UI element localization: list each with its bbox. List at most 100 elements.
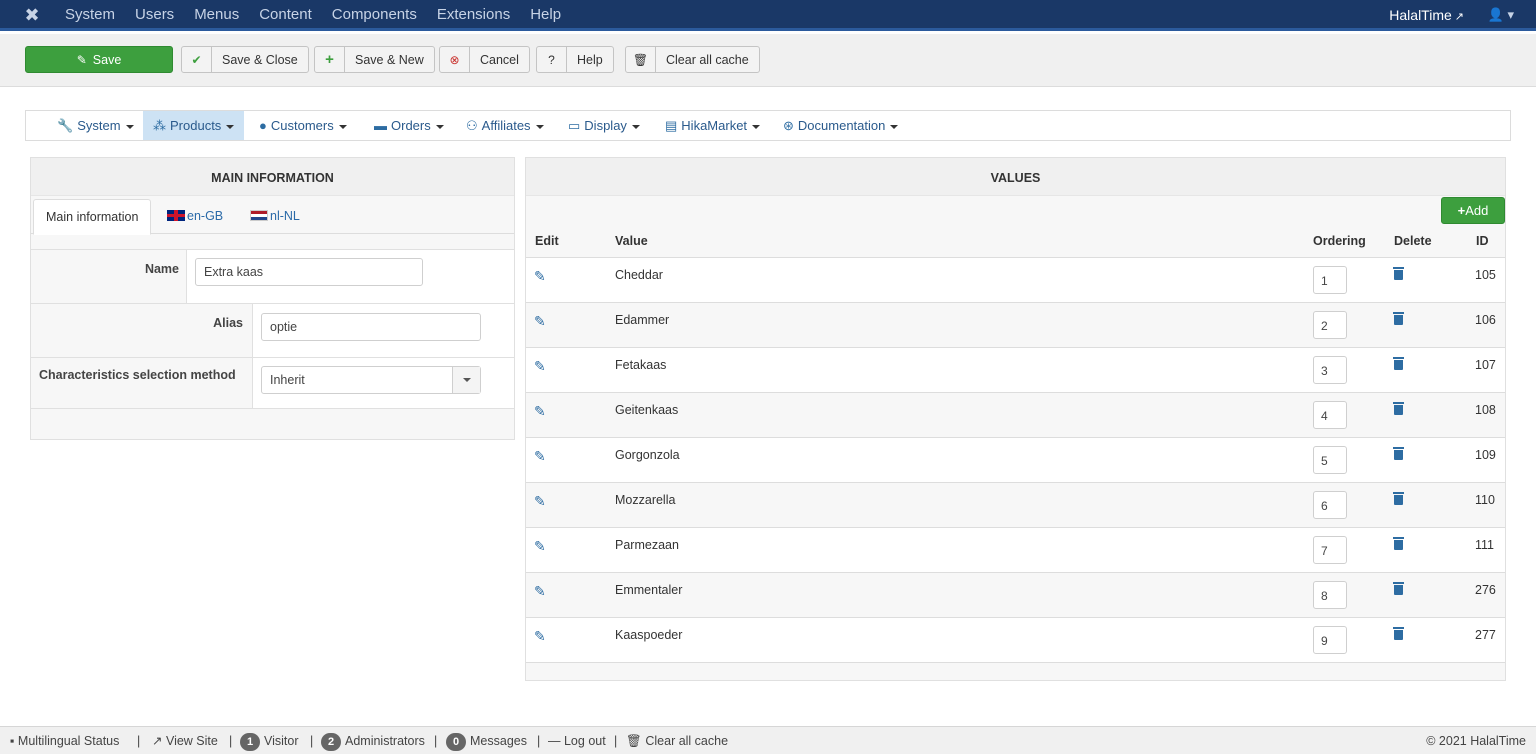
visitor-count: 1 Visitor: [240, 727, 299, 754]
menu-system[interactable]: System: [65, 0, 115, 31]
value-cell: Cheddar: [615, 268, 663, 282]
user-menu-icon[interactable]: 👤 ▾: [1488, 0, 1514, 30]
trash-icon[interactable]: [1393, 492, 1404, 505]
id-cell: 110: [1475, 493, 1495, 507]
hika-menu-products-label: Products: [170, 118, 222, 133]
save-new-label: Save & New: [355, 52, 424, 67]
hika-menu-system[interactable]: 🔧 System: [57, 111, 134, 140]
cancel-icon: ⊗: [440, 47, 470, 72]
table-row: ✎ Mozzarella 6 110: [526, 483, 1505, 528]
trash-icon: 🗑: [626, 47, 656, 72]
tab-en-gb[interactable]: en-GB: [155, 199, 235, 235]
tab-nl-nl[interactable]: nl-NL: [238, 199, 312, 235]
pencil-icon[interactable]: ✎: [534, 358, 546, 375]
ordering-input[interactable]: 2: [1313, 311, 1347, 339]
add-value-label: Add: [1465, 203, 1489, 218]
hika-menu-affiliates[interactable]: ⚇ Affiliates: [466, 111, 544, 140]
menu-menus[interactable]: Menus: [194, 0, 239, 31]
trash-icon[interactable]: [1393, 402, 1404, 415]
admin-menu: System Users Menus Content Components Ex…: [65, 0, 581, 31]
hika-menu-products[interactable]: ⁂ Products: [143, 111, 245, 140]
pencil-icon[interactable]: ✎: [534, 313, 546, 330]
site-link[interactable]: HalalTime ↗: [1389, 0, 1464, 32]
value-cell: Geitenkaas: [615, 403, 679, 417]
menu-help[interactable]: Help: [530, 0, 561, 31]
ordering-input[interactable]: 5: [1313, 446, 1347, 474]
cubes-icon: ⁂: [153, 118, 166, 133]
tab-main-information[interactable]: Main information: [33, 199, 152, 235]
help-button[interactable]: ? Help: [536, 46, 614, 73]
separator: |: [434, 734, 438, 748]
save-close-label: Save & Close: [222, 52, 298, 67]
trash-icon[interactable]: [1393, 582, 1404, 595]
table-row: ✎ Edammer 2 106: [526, 303, 1505, 348]
logout-link[interactable]: — Log out: [548, 727, 606, 754]
ordering-input[interactable]: 1: [1313, 266, 1347, 294]
question-icon: ?: [537, 47, 567, 72]
statusbar-clear-cache-link[interactable]: 🗑 Clear all cache: [626, 727, 728, 754]
trash-icon: 🗑: [626, 734, 642, 748]
name-input[interactable]: Extra kaas: [195, 258, 423, 286]
external-link-icon: ↗: [1454, 11, 1464, 23]
menu-content[interactable]: Content: [259, 0, 312, 31]
pencil-icon[interactable]: ✎: [534, 583, 546, 600]
col-delete: Delete: [1394, 234, 1432, 248]
menu-components[interactable]: Components: [332, 0, 417, 31]
col-edit: Edit: [535, 234, 559, 248]
ordering-input[interactable]: 9: [1313, 626, 1347, 654]
save-button[interactable]: ✎ Save: [25, 46, 173, 73]
table-row: ✎ Cheddar 1 105: [526, 258, 1505, 303]
selection-method-select[interactable]: Inherit: [261, 366, 481, 394]
pencil-icon[interactable]: ✎: [534, 403, 546, 420]
hika-menu-customers[interactable]: ● Customers: [259, 111, 347, 140]
trash-icon[interactable]: [1393, 447, 1404, 460]
pencil-icon[interactable]: ✎: [534, 538, 546, 555]
id-cell: 105: [1475, 268, 1496, 282]
uk-flag-icon: [167, 210, 185, 221]
values-panel: VALUES +Add Edit Value Ordering Delete I…: [525, 157, 1506, 681]
joomla-logo-icon[interactable]: ✖: [22, 5, 42, 25]
pencil-icon[interactable]: ✎: [534, 628, 546, 645]
main-information-panel: MAIN INFORMATION Main information en-GB …: [30, 157, 515, 440]
trash-icon[interactable]: [1393, 627, 1404, 640]
messages-link[interactable]: 0 Messages: [446, 727, 527, 754]
pencil-icon[interactable]: ✎: [534, 268, 546, 285]
ordering-input[interactable]: 6: [1313, 491, 1347, 519]
hika-menu-documentation[interactable]: ⊛ Documentation: [783, 111, 899, 140]
view-site-link[interactable]: ↗ View Site: [152, 727, 218, 754]
save-close-button[interactable]: ✔ Save & Close: [181, 46, 309, 73]
hika-menu-display-label: Display: [584, 118, 627, 133]
trash-icon[interactable]: [1393, 267, 1404, 280]
alias-input[interactable]: optie: [261, 313, 481, 341]
users-icon: ⚇: [466, 118, 478, 133]
ordering-input[interactable]: 4: [1313, 401, 1347, 429]
table-row: ✎ Geitenkaas 4 108: [526, 393, 1505, 438]
check-icon: ✔: [182, 47, 212, 72]
visitor-label: Visitor: [264, 734, 299, 748]
alias-row: Alias optie: [31, 303, 514, 357]
hika-menu-hikamarket[interactable]: ▤ HikaMarket: [665, 111, 761, 140]
value-cell: Gorgonzola: [615, 448, 680, 462]
clear-cache-button[interactable]: 🗑 Clear all cache: [625, 46, 760, 73]
ordering-input[interactable]: 8: [1313, 581, 1347, 609]
multilingual-status-link[interactable]: ▪ Multilingual Status: [10, 727, 119, 754]
trash-icon[interactable]: [1393, 537, 1404, 550]
cancel-button[interactable]: ⊗ Cancel: [439, 46, 530, 73]
save-new-button[interactable]: + Save & New: [314, 46, 435, 73]
pencil-icon[interactable]: ✎: [534, 493, 546, 510]
hika-menu-system-label: System: [77, 118, 121, 133]
ordering-input[interactable]: 3: [1313, 356, 1347, 384]
caret-down-icon: [535, 124, 544, 129]
value-cell: Kaaspoeder: [615, 628, 683, 642]
pencil-icon[interactable]: ✎: [534, 448, 546, 465]
hika-menu-orders[interactable]: ▬ Orders: [374, 111, 444, 140]
ordering-input[interactable]: 7: [1313, 536, 1347, 564]
id-cell: 106: [1475, 313, 1496, 327]
trash-icon[interactable]: [1393, 357, 1404, 370]
trash-icon[interactable]: [1393, 312, 1404, 325]
add-value-button[interactable]: +Add: [1441, 197, 1505, 224]
menu-extensions[interactable]: Extensions: [437, 0, 510, 31]
separator: |: [137, 734, 141, 748]
menu-users[interactable]: Users: [135, 0, 174, 31]
hika-menu-display[interactable]: ▭ Display: [568, 111, 640, 140]
